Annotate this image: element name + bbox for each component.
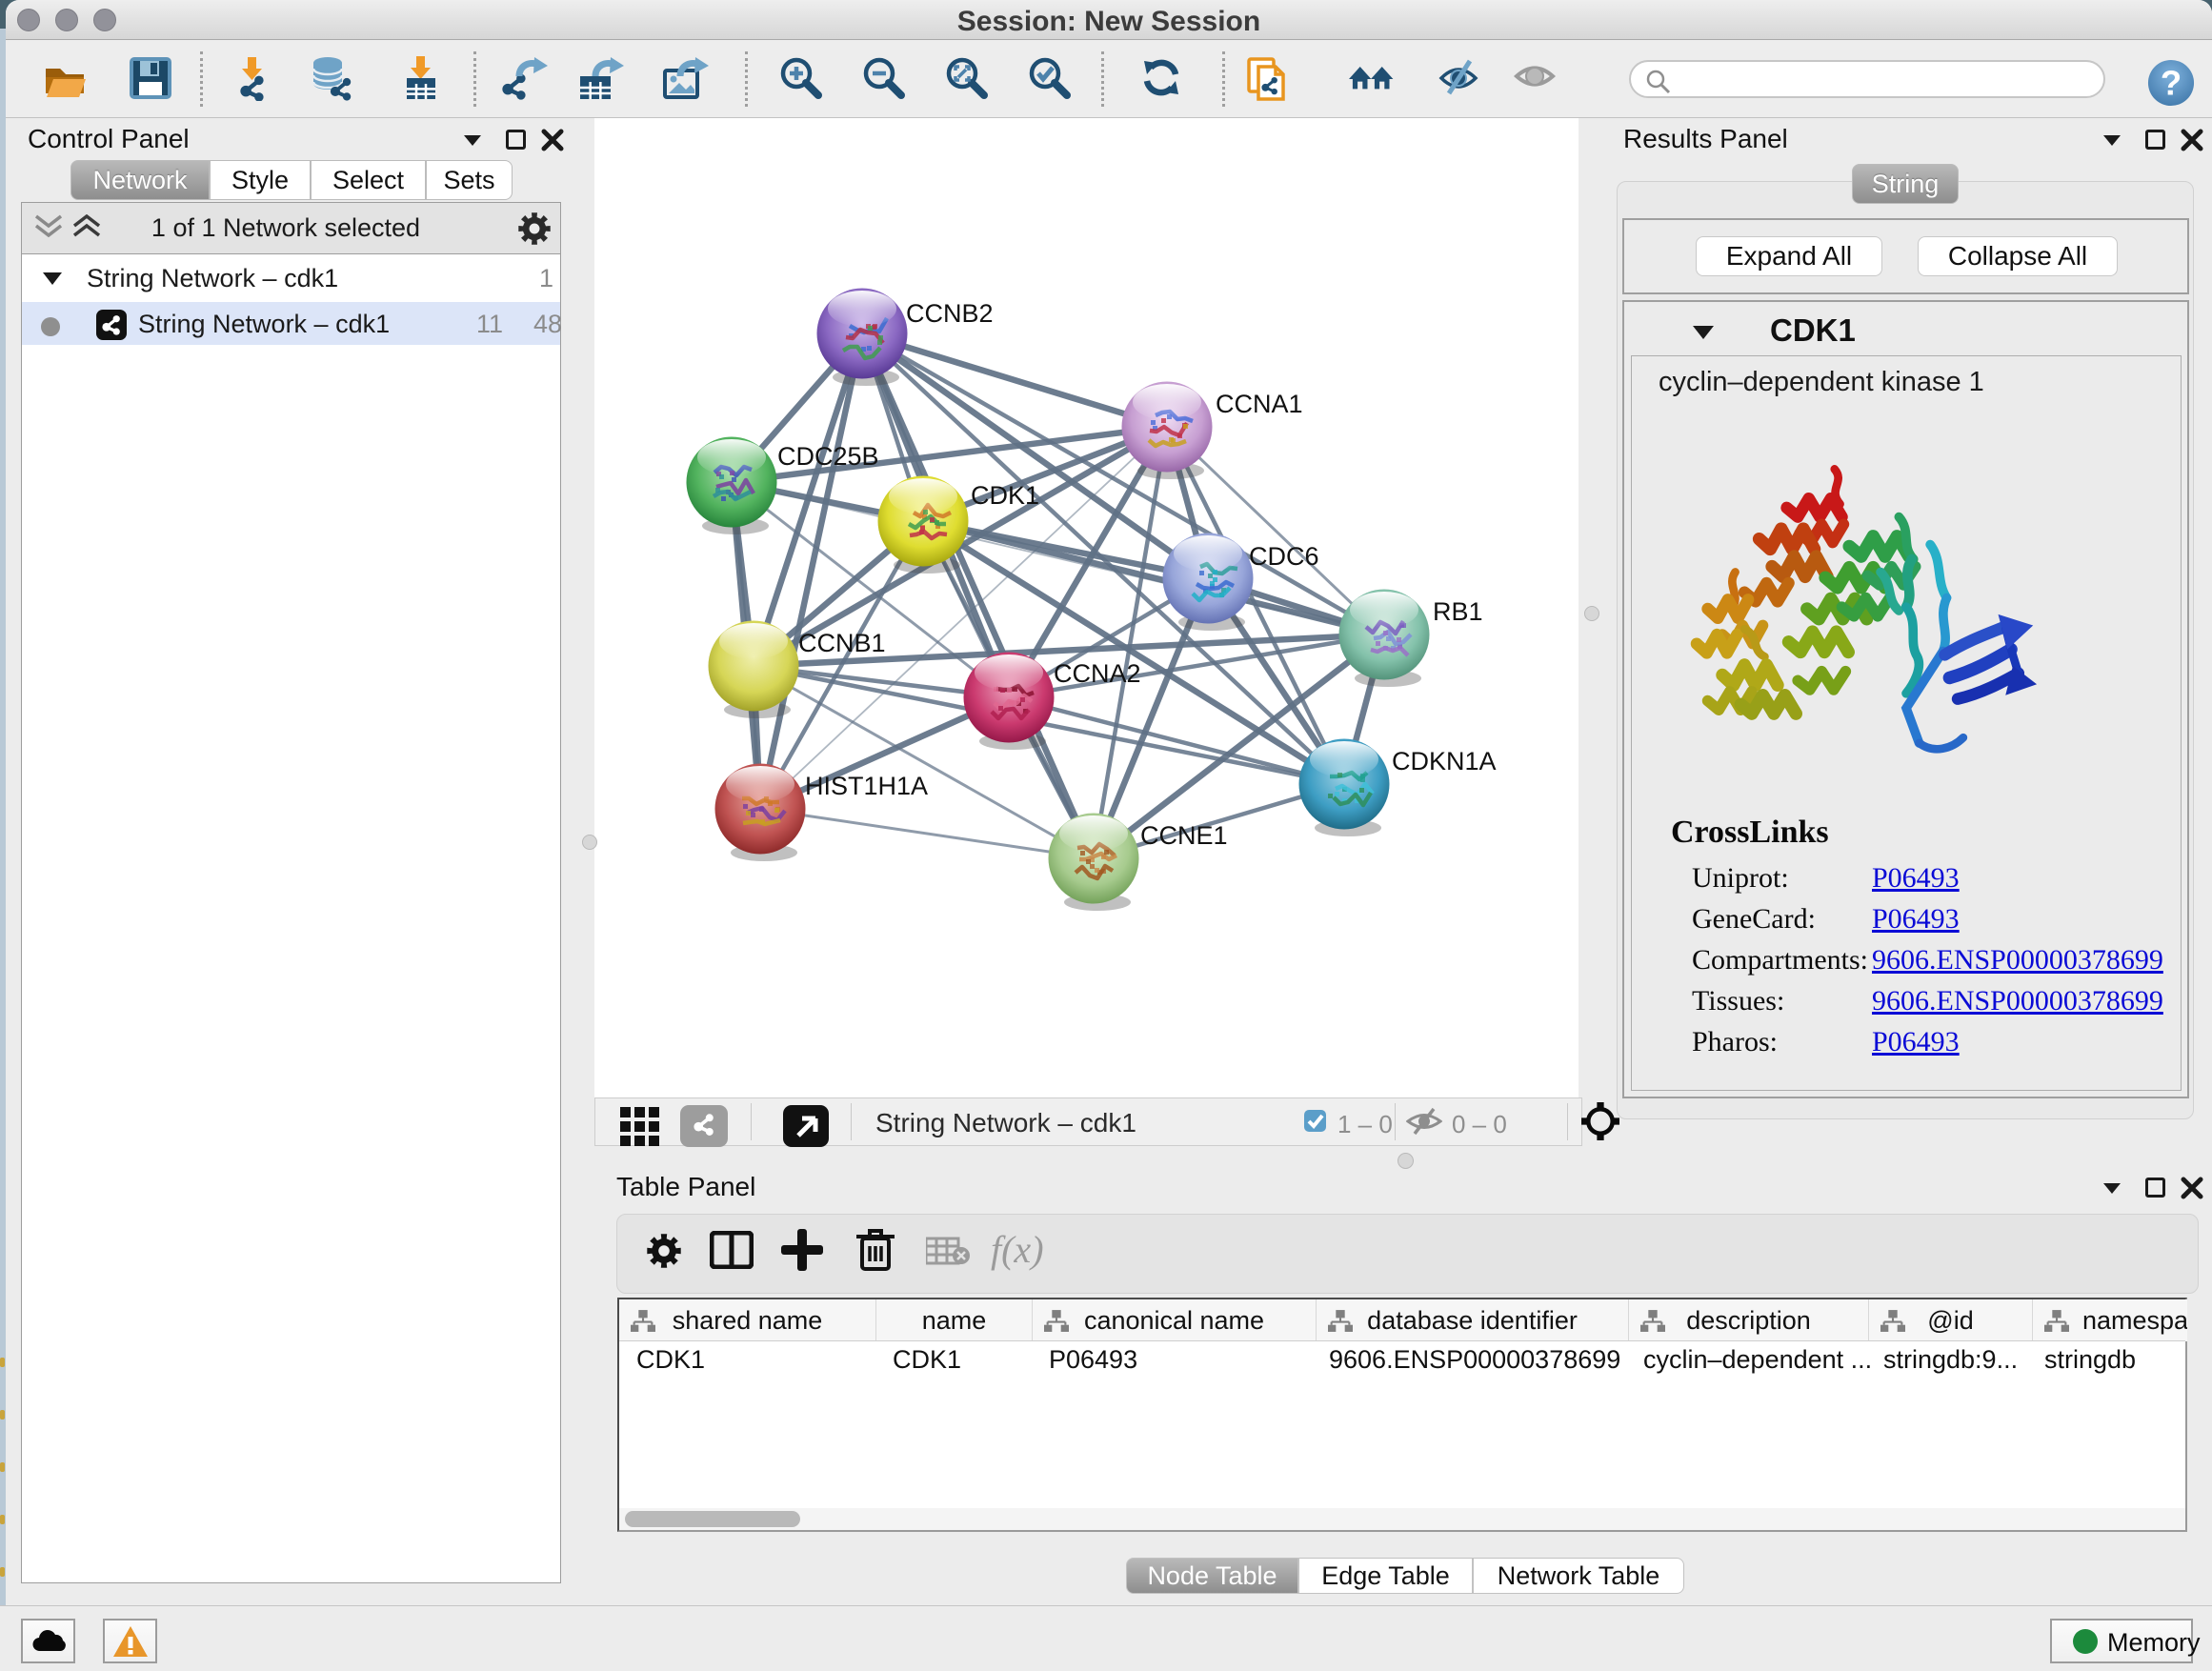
svg-text:RB1: RB1 [1433, 597, 1483, 626]
svg-text:?: ? [2161, 64, 2182, 103]
svg-text:CDC25B: CDC25B [777, 442, 879, 471]
svg-text:CDC6: CDC6 [1249, 542, 1319, 571]
svg-text:CDKN1A: CDKN1A [1392, 747, 1497, 775]
svg-text:CCNB1: CCNB1 [798, 629, 886, 657]
svg-text:CCNE1: CCNE1 [1140, 821, 1228, 850]
svg-text:CCNA1: CCNA1 [1216, 390, 1303, 418]
svg-text:HIST1H1A: HIST1H1A [805, 772, 928, 800]
svg-text:CCNB2: CCNB2 [906, 299, 994, 328]
svg-text:CDK1: CDK1 [971, 481, 1039, 510]
svg-text:CCNA2: CCNA2 [1054, 659, 1141, 688]
